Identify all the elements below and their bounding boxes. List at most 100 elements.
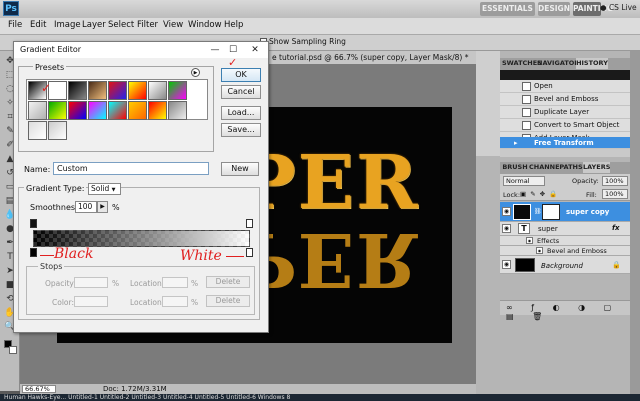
zoom-field[interactable]: 66.67% — [22, 385, 56, 393]
chain-link-icon[interactable]: ⛓ — [534, 208, 542, 215]
stop-opacity-field[interactable] — [74, 277, 108, 288]
color-stop-white[interactable] — [246, 248, 253, 257]
tab-navigator[interactable]: NAVIGATOR — [537, 58, 579, 69]
menu-select[interactable]: Select — [108, 20, 134, 30]
history-item-free-transform[interactable]: Free Transform — [500, 137, 630, 149]
lock-icons[interactable]: ▣ ✎ ✥ 🔒 — [520, 190, 558, 198]
delete-color-stop-button[interactable]: Delete — [206, 295, 250, 307]
preset-swatch[interactable] — [128, 81, 147, 100]
layer-mask-thumbnail[interactable] — [542, 204, 560, 220]
tab-swatches[interactable]: SWATCHES — [502, 58, 542, 69]
tab-brush[interactable]: BRUSH — [502, 162, 528, 173]
photoshop-logo: Ps — [3, 1, 19, 16]
layer-name[interactable]: Background — [541, 262, 583, 270]
preset-swatch[interactable] — [148, 81, 167, 100]
gradient-type-select[interactable]: Solid ▼ — [88, 183, 121, 195]
delete-opacity-stop-button[interactable]: Delete — [206, 276, 250, 288]
checkmark-annotation: ✓ — [41, 81, 52, 95]
menu-edit[interactable]: Edit — [30, 20, 46, 30]
tab-layers[interactable]: LAYERS — [583, 162, 610, 173]
eye-icon[interactable]: ◉ — [502, 224, 511, 233]
black-annotation-arrow — [40, 255, 54, 256]
smoothness-dropdown-icon[interactable]: ▶ — [97, 201, 108, 213]
stops-group — [26, 266, 255, 315]
preset-swatch[interactable] — [168, 81, 187, 100]
layer-footer-icons[interactable]: ∞ ƒ ◐ ◑ ▢ ▤ 🗑 — [506, 303, 640, 321]
preset-swatch[interactable] — [88, 101, 107, 120]
stop-opacity-label: Opacity: — [45, 279, 76, 288]
close-icon[interactable]: ✕ — [246, 42, 264, 58]
cancel-button[interactable]: Cancel — [221, 85, 261, 99]
minimize-icon[interactable]: — — [206, 42, 224, 58]
text-layer-icon: T — [518, 223, 530, 234]
stop-color-swatch[interactable] — [74, 296, 108, 307]
name-label: Name: — [24, 165, 51, 174]
tab-channels[interactable]: CHANNE — [529, 162, 560, 173]
preset-swatch[interactable] — [108, 81, 127, 100]
menu-window[interactable]: Window — [188, 20, 222, 30]
stop-color-location-field[interactable] — [162, 296, 188, 307]
history-item-convert-to-smart-object[interactable]: Convert to Smart Object — [500, 119, 630, 132]
tab-history[interactable]: HISTORY — [576, 58, 608, 69]
smoothness-unit: % — [112, 203, 120, 212]
preset-swatch[interactable] — [68, 101, 87, 120]
preset-swatch[interactable] — [48, 121, 67, 140]
background-color-swatch[interactable] — [9, 346, 17, 354]
layer-fill-field[interactable]: 100% — [602, 189, 628, 199]
preset-swatch[interactable] — [48, 101, 67, 120]
document-tab[interactable]: e tutorial.psd @ 66.7% (super copy, Laye… — [268, 51, 476, 64]
workspace-design-button[interactable]: DESIGN — [538, 2, 570, 16]
preset-swatch[interactable] — [148, 101, 167, 120]
new-button[interactable]: New — [221, 162, 259, 176]
preset-swatch[interactable] — [28, 101, 47, 120]
blend-mode-select[interactable]: Normal — [503, 176, 545, 186]
preset-swatches[interactable] — [26, 79, 208, 140]
tab-paths[interactable]: PATHS — [559, 162, 583, 173]
preset-swatch[interactable] — [68, 81, 87, 100]
layer-row-effects[interactable] — [500, 236, 630, 246]
eye-icon[interactable]: ◉ — [536, 247, 543, 254]
eye-icon[interactable]: ◉ — [526, 237, 533, 244]
history-item-bevel-and-emboss[interactable]: Bevel and Emboss — [500, 93, 630, 106]
workspace-painting-button[interactable]: PAINTING — [573, 2, 613, 16]
ok-button[interactable]: OK — [221, 68, 261, 82]
stop-color-location-unit: % — [191, 298, 199, 307]
panel-collapse-strip — [630, 51, 640, 394]
preset-swatch[interactable] — [108, 101, 127, 120]
preset-swatch[interactable] — [88, 81, 107, 100]
menu-file[interactable]: File — [8, 20, 22, 30]
preset-swatch[interactable] — [168, 101, 187, 120]
cs-live-button[interactable]: ● CS Live — [600, 3, 637, 12]
taskbar[interactable]: Human Hawks-Eye... Untitled-1 Untitled-2… — [0, 394, 640, 401]
history-item-open[interactable]: Open — [500, 80, 630, 93]
eye-icon[interactable]: ◉ — [502, 207, 511, 216]
preset-swatch[interactable] — [28, 121, 47, 140]
stop-opacity-location-field[interactable] — [162, 277, 188, 288]
smoothness-input[interactable]: 100 — [75, 201, 97, 213]
menu-help[interactable]: Help — [224, 20, 243, 30]
stop-color-location-label: Location: — [130, 298, 165, 307]
eye-icon[interactable]: ◉ — [502, 260, 511, 269]
preset-swatch[interactable] — [128, 101, 147, 120]
menu-image[interactable]: Image — [54, 20, 81, 30]
layer-opacity-field[interactable]: 100% — [602, 176, 628, 186]
gradient-name-input[interactable]: Custom — [53, 162, 209, 175]
opacity-stop-left[interactable] — [30, 219, 37, 228]
gradient-type-label: Gradient Type: — [24, 184, 87, 193]
menu-view[interactable]: View — [163, 20, 183, 30]
opacity-stop-right[interactable] — [246, 219, 253, 228]
layer-name[interactable]: super copy — [566, 208, 609, 216]
menu-filter[interactable]: Filter — [137, 20, 158, 30]
history-snapshot[interactable] — [500, 70, 630, 80]
load-button[interactable]: Load... — [221, 106, 261, 120]
menu-layer[interactable]: Layer — [82, 20, 106, 30]
save-button[interactable]: Save... — [221, 123, 261, 137]
fx-icon[interactable]: fx — [612, 224, 620, 232]
workspace-essentials-button[interactable]: ESSENTIALS — [480, 2, 535, 16]
color-stop-black[interactable] — [30, 248, 37, 257]
stop-opacity-location-label: Location: — [130, 279, 165, 288]
layer-name[interactable]: super — [538, 225, 558, 233]
presets-menu-icon[interactable]: ▶ — [191, 68, 200, 77]
lock-icon: 🔒 — [612, 261, 621, 269]
history-item-duplicate-layer[interactable]: Duplicate Layer — [500, 106, 630, 119]
